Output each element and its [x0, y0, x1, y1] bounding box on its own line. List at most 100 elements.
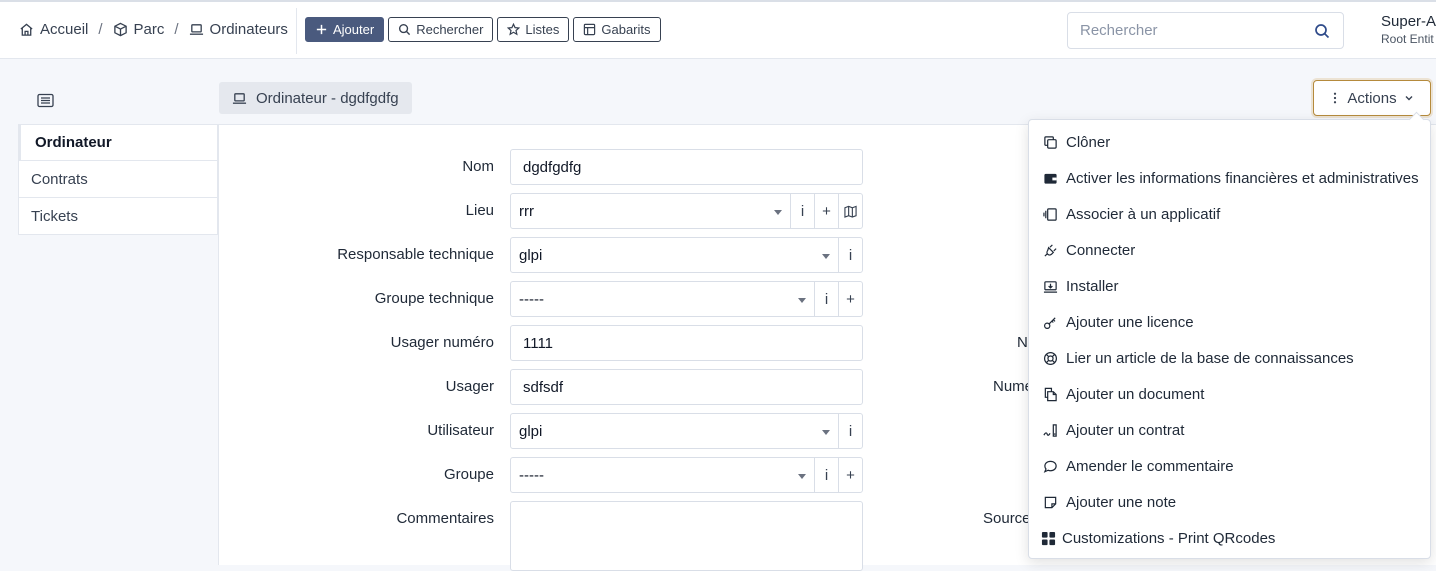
nom-value: dgdfgdfg — [523, 158, 582, 176]
menu-item-connecter[interactable]: Connecter — [1029, 232, 1430, 268]
add-button[interactable]: + — [838, 458, 862, 492]
lists-button[interactable]: Listes — [497, 17, 570, 42]
menu-item-label: Amender le commentaire — [1066, 457, 1234, 475]
map-icon[interactable] — [838, 194, 862, 228]
menu-item-lier-article[interactable]: Lier un article de la base de connaissan… — [1029, 340, 1430, 376]
form-row-nom: Nom dgdfgdfg — [218, 149, 863, 185]
groupe-technique-value: ----- — [519, 290, 544, 308]
field-label: Lieu — [465, 202, 494, 219]
responsable-select[interactable]: glpi i — [510, 237, 863, 273]
caret-down-icon — [814, 238, 838, 272]
form-row-usager-numero: Usager numéro 1111 — [218, 325, 863, 361]
menu-item-label: Ajouter un document — [1066, 385, 1205, 403]
field-label: Usager numéro — [390, 334, 494, 351]
files-icon — [1043, 387, 1058, 402]
kebab-icon — [1329, 92, 1341, 104]
plus-icon — [315, 23, 328, 36]
groupe-technique-select[interactable]: ----- i + — [510, 281, 863, 317]
global-search-input[interactable] — [1068, 13, 1308, 48]
app-icon — [1043, 207, 1058, 222]
laptop-icon — [189, 22, 204, 37]
menu-item-print-qrcodes[interactable]: Customizations - Print QRcodes — [1029, 520, 1430, 556]
commentaires-textarea[interactable] — [510, 501, 863, 571]
menu-item-ajouter-licence[interactable]: Ajouter une licence — [1029, 304, 1430, 340]
breadcrumb-parc[interactable]: Parc — [113, 21, 164, 38]
chevron-down-icon — [1403, 92, 1415, 104]
menu-item-amender-commentaire[interactable]: Amender le commentaire — [1029, 448, 1430, 484]
info-button[interactable]: i — [814, 282, 838, 316]
usager-input[interactable]: sdfsdf — [510, 369, 863, 405]
info-button[interactable]: i — [790, 194, 814, 228]
comment-icon — [1043, 459, 1058, 474]
install-icon — [1043, 279, 1058, 294]
menu-item-ajouter-contrat[interactable]: Ajouter un contrat — [1029, 412, 1430, 448]
side-tab-ordinateur[interactable]: Ordinateur — [18, 124, 218, 161]
clone-icon — [1043, 135, 1058, 150]
breadcrumb-home-label: Accueil — [40, 21, 89, 38]
usager-numero-value: 1111 — [523, 334, 554, 352]
menu-item-associer-applicatif[interactable]: Associer à un applicatif — [1029, 196, 1430, 232]
actions-dropdown-menu: Clôner Activer les informations financiè… — [1028, 119, 1431, 559]
actions-button-label: Actions — [1347, 89, 1397, 107]
add-button[interactable]: Ajouter — [305, 17, 385, 42]
templates-button[interactable]: Gabarits — [573, 17, 661, 42]
templates-button-label: Gabarits — [601, 22, 651, 37]
breadcrumb-home[interactable]: Accueil — [19, 21, 88, 38]
list-toggle-icon[interactable] — [37, 93, 54, 108]
search-button[interactable]: Rechercher — [388, 17, 494, 42]
form-row-utilisateur: Utilisateur glpi i — [218, 413, 863, 449]
lieu-select[interactable]: rrr i + — [510, 193, 863, 229]
caret-down-icon — [814, 414, 838, 448]
breadcrumb: Accueil / Parc / Ordinateurs — [19, 21, 288, 38]
user-menu[interactable]: Super-A Root Entit — [1381, 13, 1436, 46]
add-button[interactable]: + — [814, 194, 838, 228]
contract-icon — [1043, 423, 1058, 438]
groupe-select[interactable]: ----- i + — [510, 457, 863, 493]
form-row-usager: Usager sdfsdf — [218, 369, 863, 405]
menu-item-label: Customizations - Print QRcodes — [1062, 529, 1276, 547]
menu-item-cloner[interactable]: Clôner — [1029, 124, 1430, 160]
actions-button[interactable]: Actions — [1313, 80, 1431, 116]
form-row-commentaires: Commentaires — [218, 501, 863, 571]
menu-item-installer[interactable]: Installer — [1029, 268, 1430, 304]
wallet-icon — [1043, 171, 1058, 186]
user-entity: Root Entit — [1381, 31, 1434, 46]
plug-icon — [1043, 243, 1058, 258]
global-search — [1067, 12, 1344, 49]
field-label: Usager — [445, 378, 494, 395]
breadcrumb-ordinateurs[interactable]: Ordinateurs — [189, 21, 288, 38]
add-button-label: Ajouter — [333, 22, 375, 37]
nom-input[interactable]: dgdfgdfg — [510, 149, 863, 185]
utilisateur-select[interactable]: glpi i — [510, 413, 863, 449]
qrcode-icon — [1041, 531, 1056, 546]
key-icon — [1043, 315, 1058, 330]
info-button[interactable]: i — [838, 414, 862, 448]
menu-item-activer-infos[interactable]: Activer les informations financières et … — [1029, 160, 1430, 196]
menu-item-ajouter-document[interactable]: Ajouter un document — [1029, 376, 1430, 412]
breadcrumb-separator: / — [174, 21, 179, 38]
info-button[interactable]: i — [814, 458, 838, 492]
menu-item-label: Activer les informations financières et … — [1066, 169, 1419, 187]
app-header: Accueil / Parc / Ordinateurs Ajouter Rec… — [0, 2, 1436, 59]
search-button-label: Rechercher — [416, 22, 484, 37]
field-label: Groupe technique — [374, 290, 494, 307]
menu-item-label: Ajouter une note — [1066, 493, 1177, 511]
add-button[interactable]: + — [838, 282, 862, 316]
info-button[interactable]: i — [838, 238, 862, 272]
field-label: Utilisateur — [427, 422, 494, 439]
page-title: Ordinateur - dgdfgdfg — [219, 82, 412, 114]
right-field-label: N — [1017, 334, 1028, 351]
field-label: Commentaires — [396, 510, 494, 527]
menu-item-ajouter-note[interactable]: Ajouter une note — [1029, 484, 1430, 520]
menu-item-label: Clôner — [1066, 133, 1111, 151]
header-divider — [296, 8, 297, 54]
side-tab-tickets[interactable]: Tickets — [18, 198, 218, 235]
usager-numero-input[interactable]: 1111 — [510, 325, 863, 361]
utilisateur-value: glpi — [519, 422, 543, 440]
caret-down-icon — [790, 282, 814, 316]
search-icon[interactable] — [1314, 23, 1330, 39]
menu-item-label: Connecter — [1066, 241, 1136, 259]
note-icon — [1043, 495, 1058, 510]
side-tab-contrats[interactable]: Contrats — [18, 161, 218, 198]
box-icon — [113, 22, 128, 37]
